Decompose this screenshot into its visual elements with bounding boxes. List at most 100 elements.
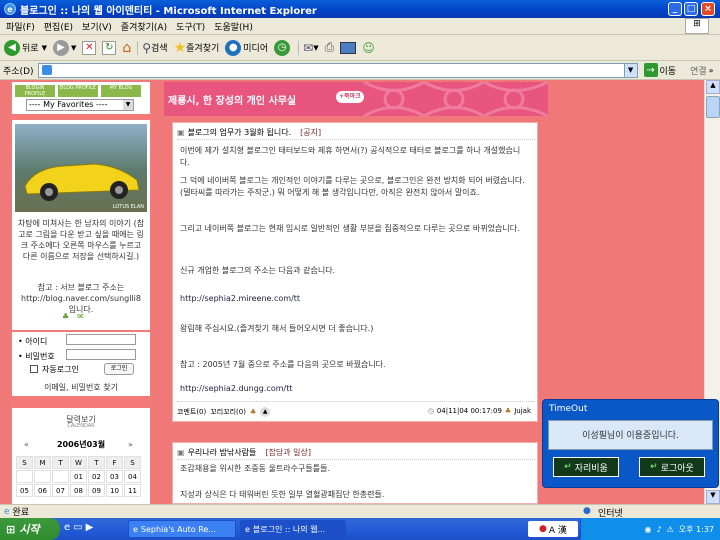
- calendar-day[interactable]: 05: [16, 484, 33, 497]
- home-button[interactable]: ⌂: [122, 40, 131, 56]
- post-icon: ▣: [177, 448, 185, 457]
- post-category[interactable]: [잡담과 일상]: [265, 447, 311, 458]
- history-button[interactable]: ◷: [274, 39, 292, 56]
- calendar-day[interactable]: 06: [34, 484, 51, 497]
- day-header: M: [34, 456, 51, 469]
- day-header: T: [88, 456, 105, 469]
- post-title[interactable]: 우리나라 밤낚사람들: [188, 447, 257, 458]
- post-paragraph: 신규 개업한 블로그의 주소는 다음과 같습니다.: [180, 266, 336, 275]
- away-icon: ↵: [564, 462, 572, 472]
- trackback-link[interactable]: 꼬리꼬리(0): [210, 407, 246, 417]
- refresh-button[interactable]: ↻: [102, 40, 117, 55]
- calendar-subtitle: CALENDAR: [67, 423, 95, 429]
- links-label[interactable]: 연결: [690, 64, 707, 77]
- scroll-thumb[interactable]: [706, 96, 720, 118]
- stop-button[interactable]: ✕: [82, 40, 97, 55]
- quicklaunch-media-icon[interactable]: ▶: [86, 522, 94, 533]
- go-button[interactable]: → 이동: [643, 63, 676, 77]
- windows-logo-icon: ⊞: [6, 522, 16, 536]
- blog-title[interactable]: 제룡시, 한 장성의 개인 사무실: [168, 92, 296, 107]
- maximize-button[interactable]: □: [684, 2, 698, 16]
- forward-button[interactable]: ▶ ▼: [52, 39, 76, 56]
- day-header: S: [16, 456, 33, 469]
- minimize-button[interactable]: _: [668, 2, 682, 16]
- menu-help[interactable]: 도움말(H): [214, 20, 253, 33]
- media-button[interactable]: ● 미디어: [225, 39, 268, 56]
- tray-security-icon[interactable]: ⚠: [667, 525, 674, 534]
- my-blog-badge[interactable]: MY BLOG: [101, 85, 141, 97]
- calendar-day[interactable]: 07: [52, 484, 69, 497]
- blog-profile-badge[interactable]: BLOG PROFILE: [58, 85, 98, 97]
- profile-car-photo: LOTUS ELAN: [15, 124, 147, 212]
- taskbar-window[interactable]: e Sephia's Auto Re...: [128, 520, 236, 538]
- next-month-icon[interactable]: »: [128, 440, 133, 449]
- divider: [177, 459, 535, 460]
- window-icon: e: [245, 524, 250, 534]
- calendar-day[interactable]: 02: [88, 470, 105, 483]
- find-account-link[interactable]: 이메일, 비밀번호 찾기: [12, 382, 150, 393]
- address-dropdown-icon[interactable]: ▼: [623, 63, 637, 77]
- mail-small-icon[interactable]: ✉: [77, 312, 84, 321]
- calendar-day[interactable]: [16, 470, 33, 483]
- taskbar-window-active[interactable]: e 블로그인 :: 나의 웹...: [240, 520, 346, 538]
- logout-button[interactable]: ↵ 로그아웃: [639, 457, 705, 477]
- blog-sidebar: BLOGIN PROFILE BLOG PROFILE MY BLOG ----…: [10, 82, 152, 504]
- start-button[interactable]: ⊞ 시작: [0, 518, 60, 540]
- menu-view[interactable]: 보기(V): [82, 20, 112, 33]
- password-input[interactable]: [66, 349, 136, 360]
- calendar-box: 달력보기 CALENDAR « 2006년03월 » S M T W T F S…: [12, 408, 150, 504]
- quicklaunch-ie-icon[interactable]: e: [64, 522, 70, 533]
- calendar-day[interactable]: 08: [70, 484, 87, 497]
- menu-tools[interactable]: 도구(T): [176, 20, 205, 33]
- favorites-button[interactable]: ★ 즐겨찾기: [174, 40, 220, 56]
- blogin-profile-badge[interactable]: BLOGIN PROFILE: [15, 85, 55, 97]
- menu-favorites[interactable]: 즐겨찾기(A): [121, 20, 167, 33]
- menu-file[interactable]: 파일(F): [6, 20, 35, 33]
- search-button[interactable]: ⚲ 검색: [137, 40, 168, 55]
- id-input[interactable]: [66, 334, 136, 345]
- profile-text: 차탕에 미쳐사는 한 남자의 이야기 (참고로 그림을 다운 받고 싶을 때에는…: [17, 219, 145, 261]
- person-icon[interactable]: ♣: [62, 312, 69, 321]
- star-icon: ★: [173, 39, 187, 56]
- back-button[interactable]: ◀ 뒤로 ▼: [4, 39, 47, 56]
- calendar-day[interactable]: [34, 470, 51, 483]
- away-button[interactable]: ↵ 자리비움: [553, 457, 619, 477]
- share-icon[interactable]: ♣: [250, 408, 256, 416]
- calendar-day[interactable]: 11: [124, 484, 141, 497]
- calendar-day[interactable]: 04: [124, 470, 141, 483]
- login-button[interactable]: 로그인: [104, 363, 134, 375]
- calendar-day[interactable]: 01: [70, 470, 87, 483]
- calendar-day[interactable]: 09: [88, 484, 105, 497]
- calendar-day[interactable]: [52, 470, 69, 483]
- quicklaunch-desktop-icon[interactable]: ▭: [73, 522, 82, 533]
- messenger-button[interactable]: ☺: [362, 41, 375, 55]
- ime-indicator[interactable]: ● A 漢: [528, 521, 578, 537]
- scroll-top-icon[interactable]: ▲: [260, 407, 271, 417]
- scroll-up-icon[interactable]: ▲: [706, 80, 720, 94]
- print-button[interactable]: ⎙: [325, 40, 335, 55]
- menu-edit[interactable]: 편집(E): [44, 20, 73, 33]
- address-input[interactable]: ▼: [37, 62, 638, 78]
- post-author[interactable]: Jujak: [514, 407, 531, 415]
- bookmark-button[interactable]: +북마크: [336, 91, 364, 103]
- calendar-day[interactable]: 03: [106, 470, 123, 483]
- auto-login-checkbox[interactable]: [30, 365, 38, 373]
- post-title[interactable]: 블로그의 업무가 3월화 됩니다.: [188, 127, 292, 138]
- favorites-select[interactable]: ---- My Favorites ---- ▼: [26, 99, 134, 111]
- post-link[interactable]: http://sephia2.mireene.com/tt: [180, 293, 530, 305]
- tray-volume-icon[interactable]: ♪: [656, 525, 661, 534]
- post-link[interactable]: http://sephia2.dungg.com/tt: [180, 383, 530, 395]
- links-chevron-icon: »: [708, 65, 714, 75]
- post-paragraph: 참고 : 2005년 7월 중으로 주소를 다음의 곳으로 바꿨습니다.: [180, 360, 386, 369]
- scroll-down-icon[interactable]: ▼: [706, 490, 720, 504]
- mail-button[interactable]: ✉ ▼: [298, 40, 319, 55]
- calendar-day[interactable]: 10: [106, 484, 123, 497]
- edit-button[interactable]: [340, 41, 357, 54]
- address-label: 주소(D): [3, 66, 34, 77]
- comments-link[interactable]: 코멘트(0): [177, 407, 206, 417]
- tray-network-icon[interactable]: ◉: [645, 525, 652, 534]
- post-paragraph: 조갑채용을 위시한 조중동 울트라수구들틀들.: [180, 464, 331, 473]
- close-button[interactable]: ×: [701, 2, 715, 16]
- status-bar: e 완료 ● 인터넷: [0, 504, 720, 519]
- post-category[interactable]: [공지]: [300, 127, 321, 138]
